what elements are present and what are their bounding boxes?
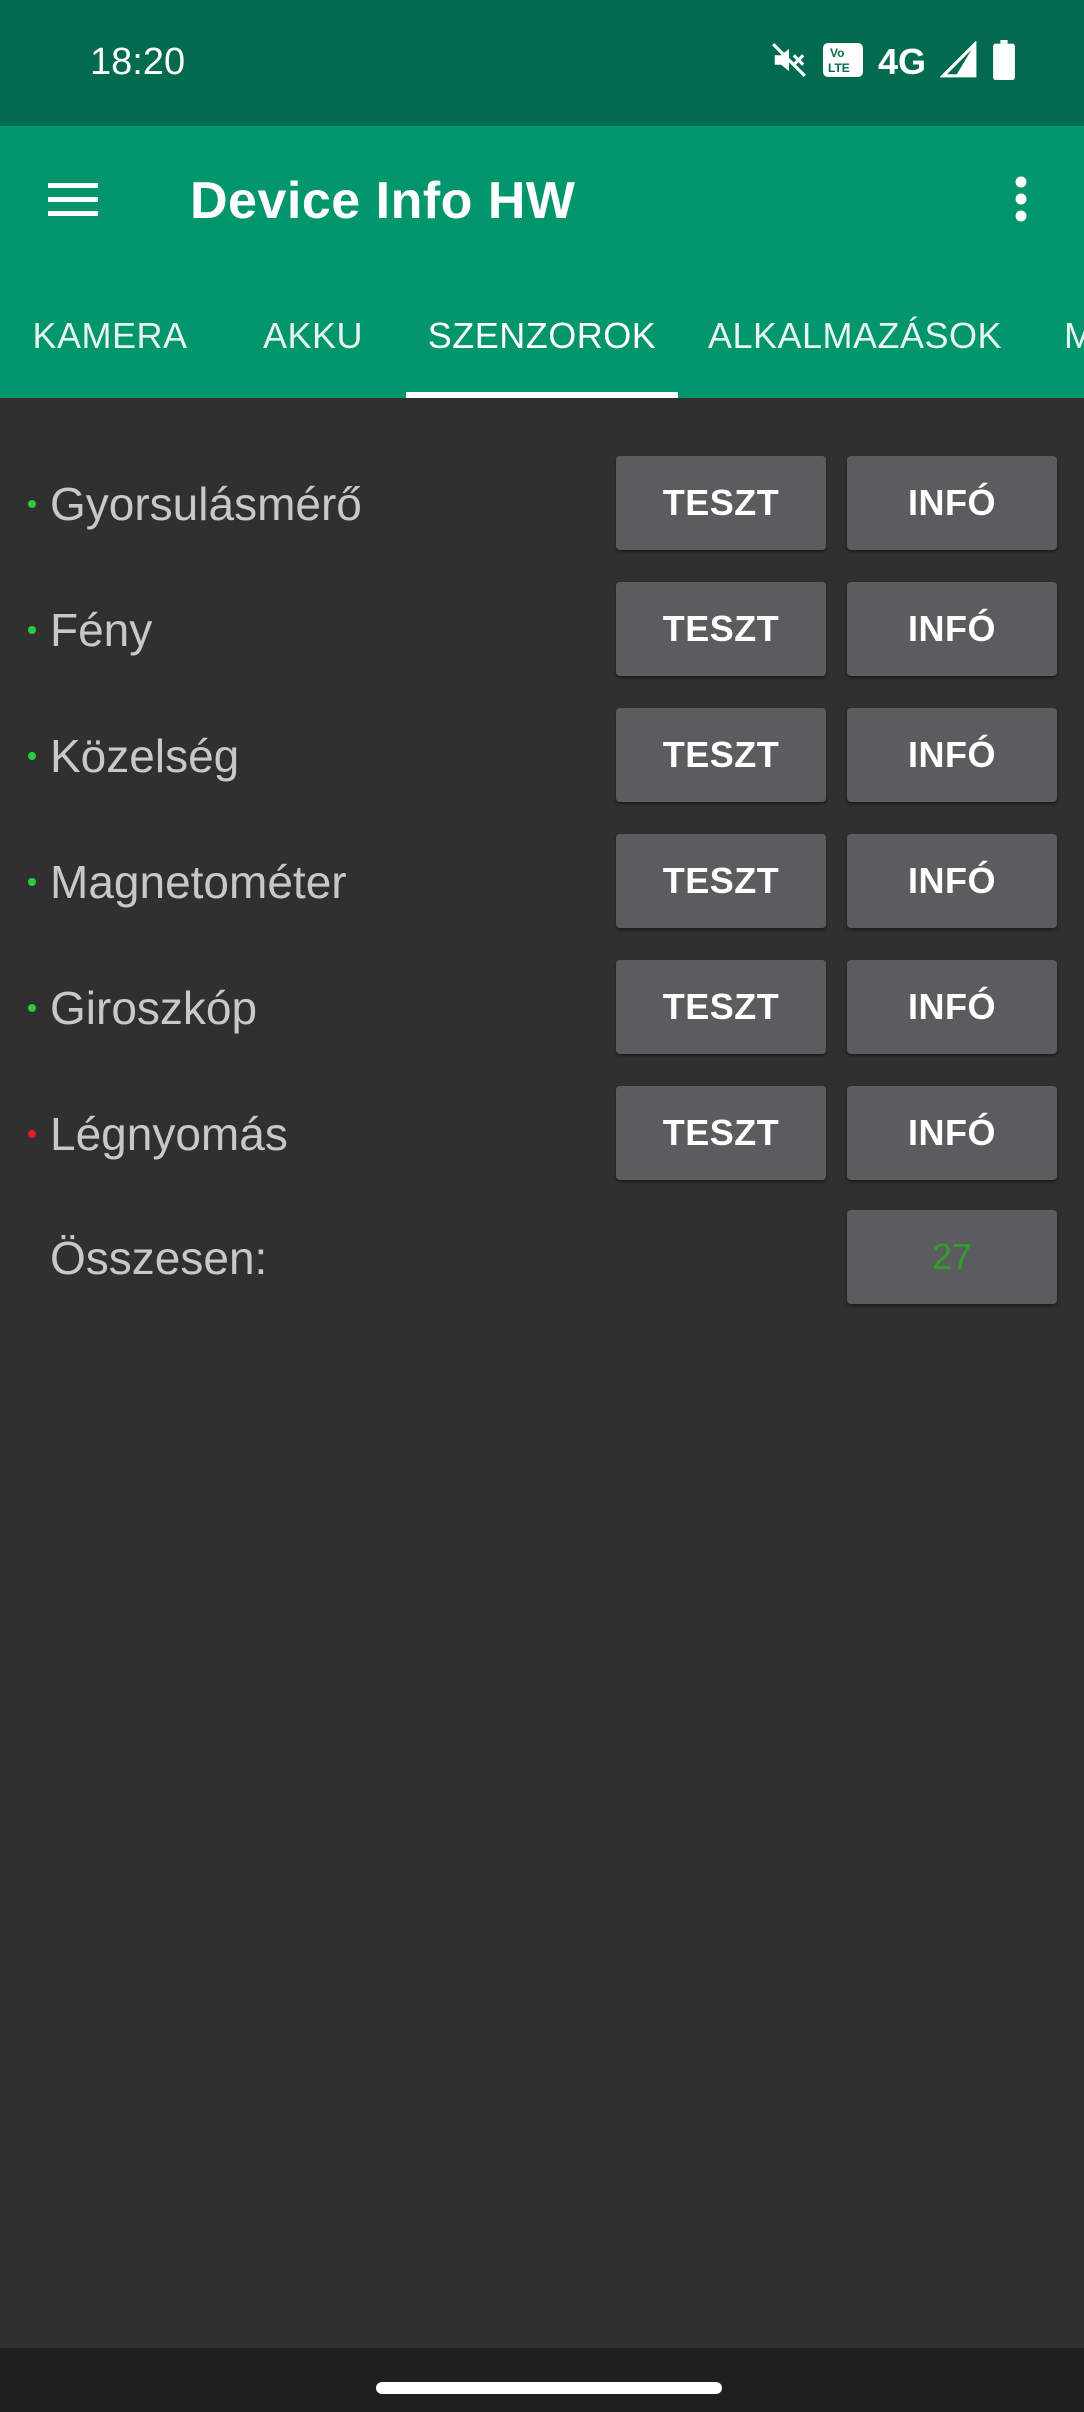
svg-text:LTE: LTE — [828, 61, 850, 75]
tab-strip: KAMERA AKKU SZENZOROK ALKALMAZÁSOK M — [0, 274, 1084, 398]
status-icons: Vo LTE 4G — [770, 39, 1016, 85]
sensor-row: Fény TESZT INFÓ — [0, 582, 1084, 678]
info-button[interactable]: INFÓ — [847, 582, 1057, 676]
sensor-row: Légnyomás TESZT INFÓ — [0, 1086, 1084, 1182]
tab-label: ALKALMAZÁSOK — [707, 315, 1003, 356]
test-button[interactable]: TESZT — [616, 456, 826, 550]
network-type: 4G — [877, 41, 926, 82]
status-dot — [28, 878, 36, 886]
sensor-row: Közelség TESZT INFÓ — [0, 708, 1084, 804]
sensor-label: Légnyomás — [50, 1108, 288, 1160]
sensor-row: Magnetométer TESZT INFÓ — [0, 834, 1084, 930]
test-button[interactable]: TESZT — [616, 960, 826, 1054]
tab-label: KAMERA — [32, 315, 188, 356]
status-dot — [28, 752, 36, 760]
test-button[interactable]: TESZT — [616, 582, 826, 676]
sensor-label: Fény — [50, 604, 153, 656]
info-button[interactable]: INFÓ — [847, 456, 1057, 550]
status-dot — [28, 626, 36, 634]
status-dot — [28, 1004, 36, 1012]
sensor-label: Közelség — [50, 730, 240, 782]
volte-icon: Vo LTE — [822, 42, 864, 83]
status-bar: 18:20 Vo LTE 4G — [0, 0, 1084, 126]
total-value: 27 — [847, 1210, 1057, 1304]
app-bar: Device Info HW KAMERA AKKU SZENZOROK ALK… — [0, 126, 1084, 398]
tab-kamera[interactable]: KAMERA — [0, 274, 220, 398]
info-button[interactable]: INFÓ — [847, 708, 1057, 802]
hamburger-menu-icon[interactable] — [38, 164, 108, 234]
more-vert-icon[interactable] — [986, 164, 1056, 234]
info-button[interactable]: INFÓ — [847, 834, 1057, 928]
test-button[interactable]: TESZT — [616, 1086, 826, 1180]
test-button[interactable]: TESZT — [616, 834, 826, 928]
gesture-handle[interactable] — [376, 2382, 722, 2394]
tab-label: M — [1064, 315, 1084, 356]
battery-icon — [992, 39, 1016, 85]
sensor-label: Magnetométer — [50, 856, 347, 908]
tab-indicator — [406, 392, 678, 398]
sensor-label: Gyorsulásmérő — [50, 478, 362, 530]
tab-alkalmazasok[interactable]: ALKALMAZÁSOK — [678, 274, 1032, 398]
info-button[interactable]: INFÓ — [847, 1086, 1057, 1180]
total-label: Összesen: — [50, 1232, 268, 1284]
app-title: Device Info HW — [190, 172, 576, 230]
sensor-label: Giroszkóp — [50, 982, 258, 1034]
total-row: Összesen: 27 — [0, 1210, 1084, 1306]
tab-label: SZENZOROK — [427, 315, 657, 356]
sensor-row: Giroszkóp TESZT INFÓ — [0, 960, 1084, 1056]
signal-icon — [939, 39, 978, 84]
status-time: 18:20 — [90, 41, 186, 83]
tab-szenzorok[interactable]: SZENZOROK — [406, 274, 678, 398]
status-dot — [28, 500, 36, 508]
svg-text:Vo: Vo — [830, 46, 844, 60]
tab-more-partial[interactable]: M — [1032, 274, 1084, 398]
test-button[interactable]: TESZT — [616, 708, 826, 802]
sensor-row: Gyorsulásmérő TESZT INFÓ — [0, 456, 1084, 552]
screen: 18:20 Vo LTE 4G Device Info HW KAMERA AK… — [0, 0, 1084, 2412]
tab-akku[interactable]: AKKU — [220, 274, 406, 398]
navigation-bar — [0, 2348, 1084, 2412]
info-button[interactable]: INFÓ — [847, 960, 1057, 1054]
mute-icon — [770, 41, 808, 84]
status-dot — [28, 1130, 36, 1138]
tab-label: AKKU — [262, 315, 364, 356]
